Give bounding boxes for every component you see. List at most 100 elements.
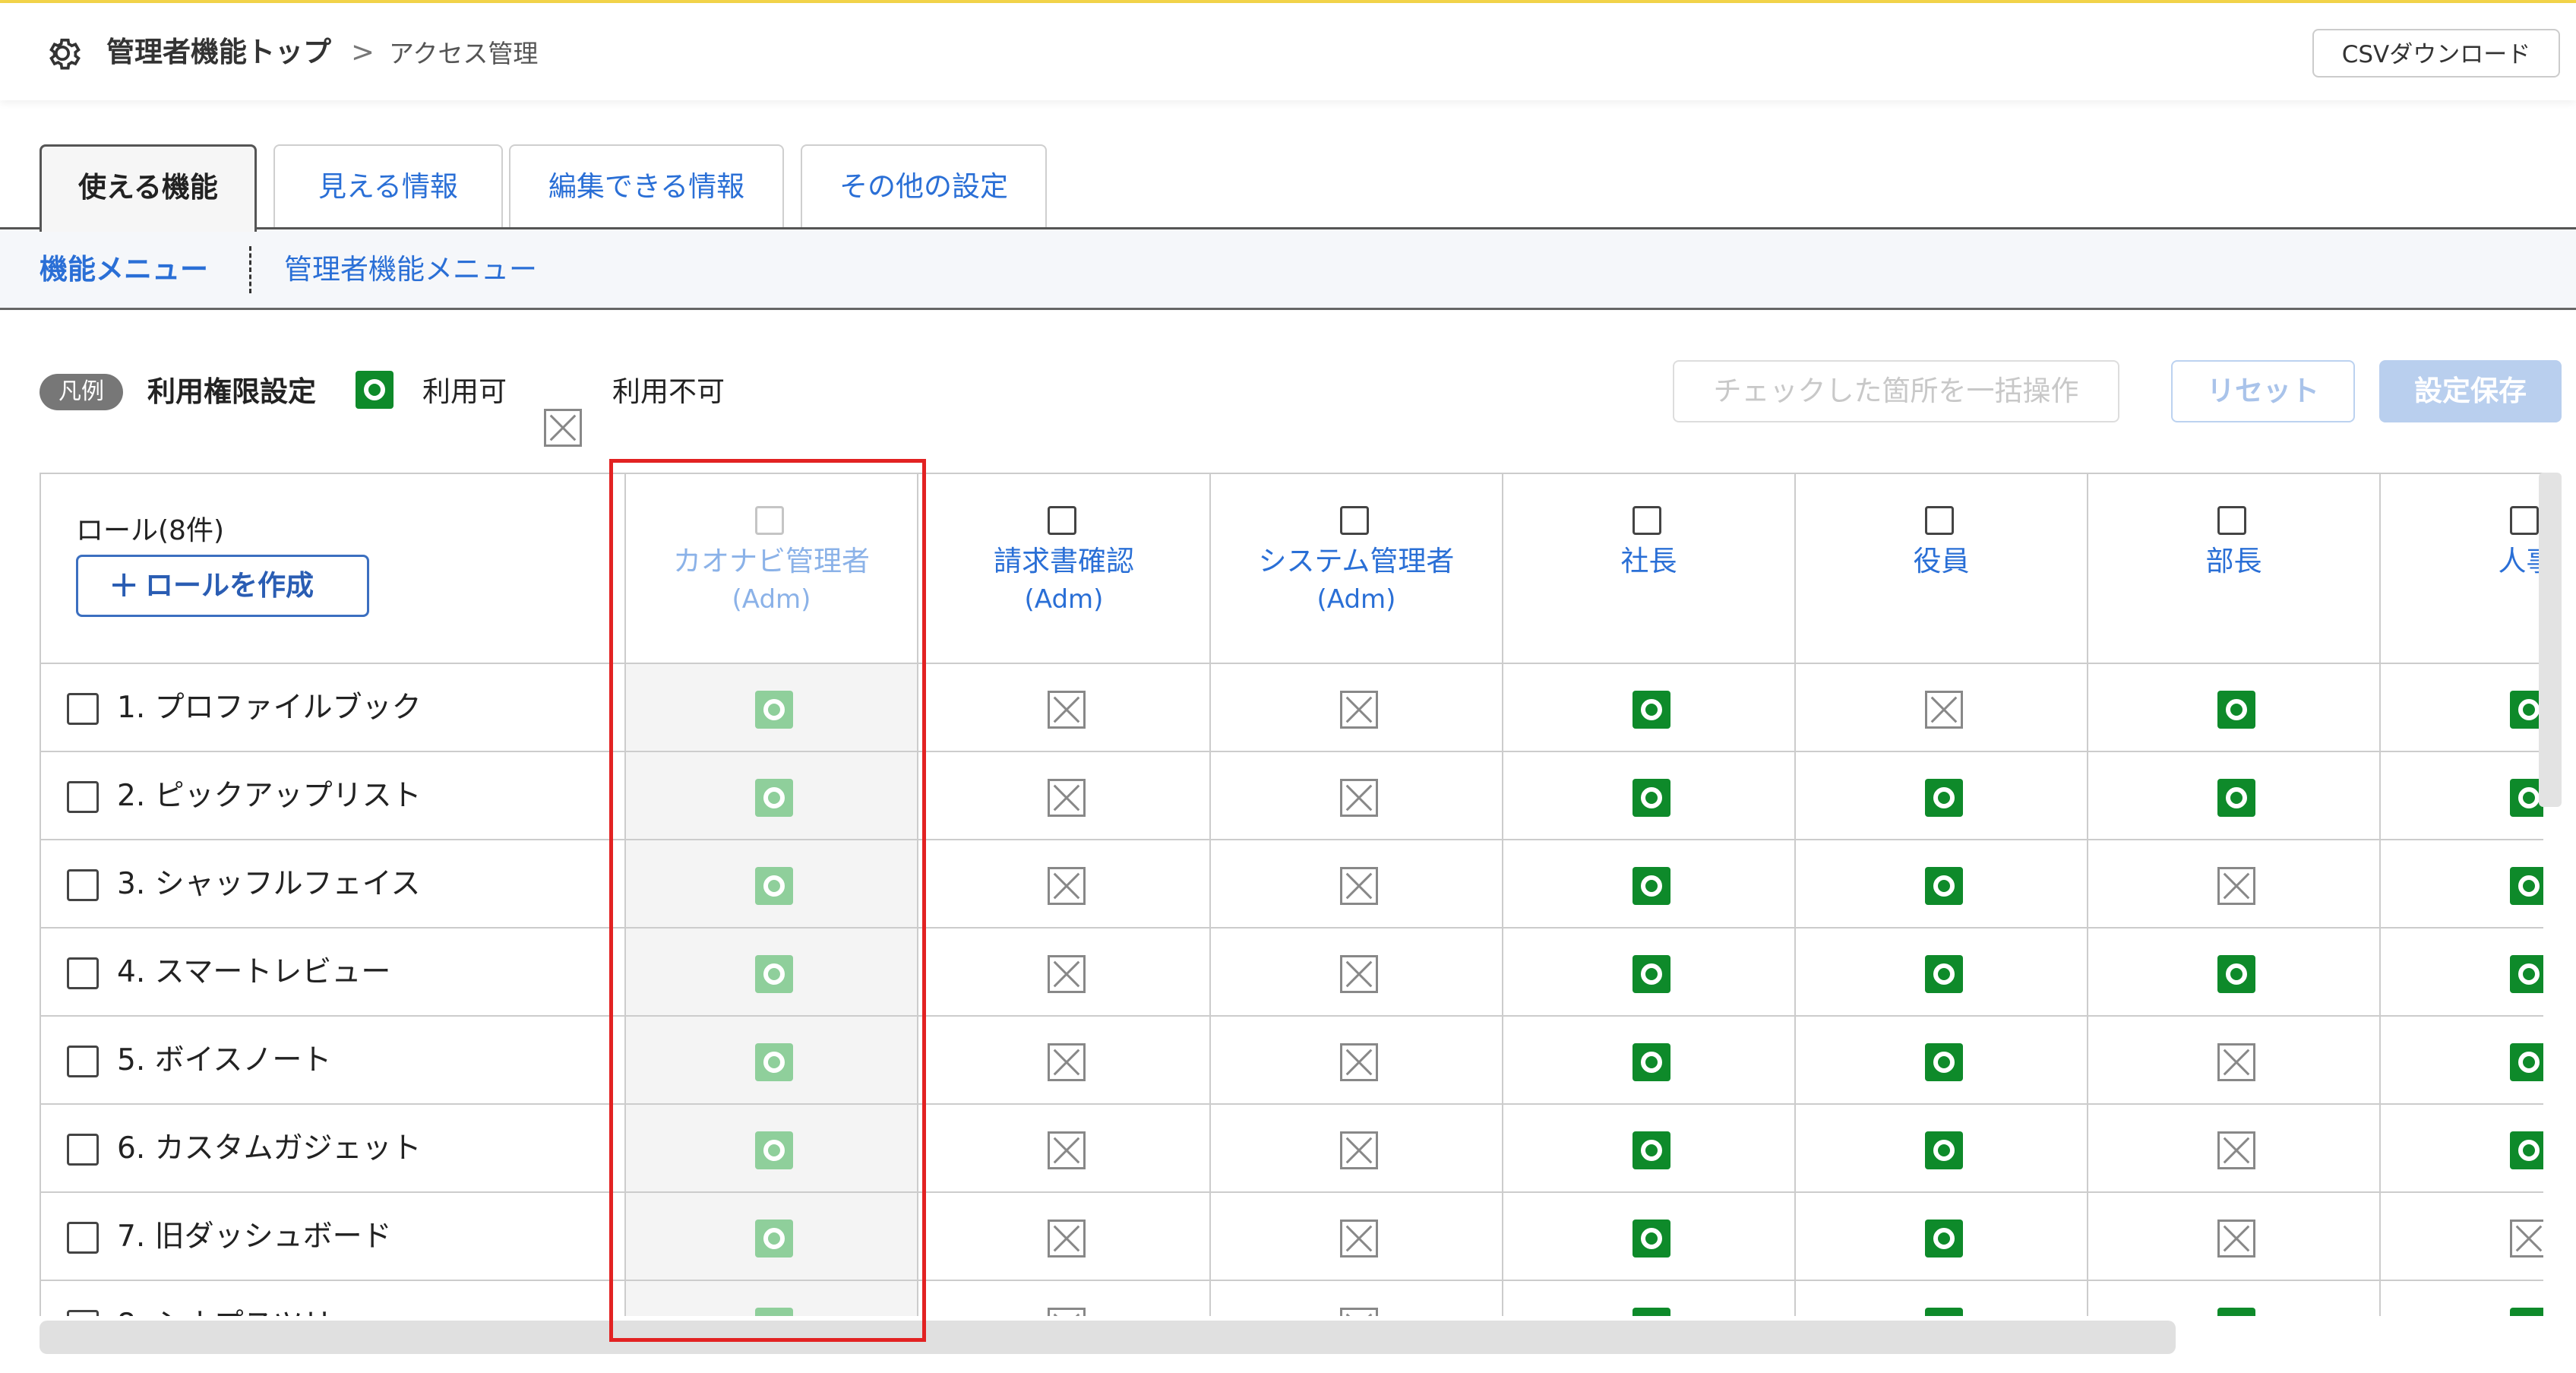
unavailable-icon[interactable]: [1048, 1308, 1086, 1316]
permission-cell[interactable]: [2088, 664, 2381, 751]
permission-cell[interactable]: [1503, 1105, 1796, 1191]
permission-cell[interactable]: [1796, 1281, 2088, 1316]
tab-editable-info[interactable]: 編集できる情報: [509, 144, 784, 229]
available-icon[interactable]: [755, 1043, 793, 1081]
available-icon[interactable]: [1633, 691, 1670, 729]
permission-cell[interactable]: [918, 1017, 1211, 1103]
available-icon[interactable]: [1925, 867, 1963, 905]
available-icon[interactable]: [1633, 1043, 1670, 1081]
role-name[interactable]: 社長: [1503, 543, 1794, 581]
tab-other-settings[interactable]: その他の設定: [801, 144, 1047, 229]
available-icon[interactable]: [2217, 691, 2255, 729]
permission-cell[interactable]: [2381, 1017, 2543, 1103]
permission-cell[interactable]: [2088, 752, 2381, 839]
unavailable-icon[interactable]: [2217, 1220, 2255, 1258]
permission-cell[interactable]: [918, 1105, 1211, 1191]
bulk-operation-button[interactable]: チェックした箇所を一括操作: [1673, 360, 2119, 422]
permission-cell[interactable]: [1503, 1017, 1796, 1103]
permission-cell[interactable]: [1503, 664, 1796, 751]
subnav-admin-function-menu[interactable]: 管理者機能メニュー: [284, 251, 537, 289]
permission-cell[interactable]: [2088, 929, 2381, 1015]
permission-cell[interactable]: [1503, 929, 1796, 1015]
permission-cell[interactable]: [918, 840, 1211, 927]
permission-cell[interactable]: [918, 1193, 1211, 1280]
permission-cell[interactable]: [918, 664, 1211, 751]
available-icon[interactable]: [2510, 955, 2543, 993]
permission-cell[interactable]: [1211, 1193, 1503, 1280]
available-icon[interactable]: [755, 1131, 793, 1169]
horizontal-scrollbar[interactable]: [40, 1321, 2176, 1354]
role-name[interactable]: 請求書確認: [918, 543, 1209, 581]
role-name[interactable]: 人事: [2381, 543, 2544, 581]
available-icon[interactable]: [2217, 1308, 2255, 1316]
permission-cell[interactable]: [626, 1193, 918, 1280]
available-icon[interactable]: [755, 1308, 793, 1316]
available-icon[interactable]: [2510, 1131, 2543, 1169]
unavailable-icon[interactable]: [1340, 779, 1378, 817]
column-checkbox[interactable]: [2510, 506, 2539, 535]
role-name[interactable]: システム管理者: [1211, 543, 1502, 581]
available-icon[interactable]: [1633, 955, 1670, 993]
permission-cell[interactable]: [918, 752, 1211, 839]
csv-download-button[interactable]: CSVダウンロード: [2312, 29, 2560, 78]
column-checkbox[interactable]: [1925, 506, 1954, 535]
available-icon[interactable]: [1925, 1131, 1963, 1169]
gear-icon[interactable]: [41, 32, 84, 74]
permission-cell[interactable]: [2381, 1281, 2543, 1316]
column-checkbox[interactable]: [1340, 506, 1369, 535]
permission-cell[interactable]: [626, 1281, 918, 1316]
column-checkbox[interactable]: [2217, 506, 2246, 535]
unavailable-icon[interactable]: [2217, 1131, 2255, 1169]
unavailable-icon[interactable]: [1925, 691, 1963, 729]
permission-cell[interactable]: [1503, 752, 1796, 839]
save-settings-button[interactable]: 設定保存: [2379, 360, 2562, 422]
vertical-scrollbar[interactable]: [2539, 473, 2562, 807]
permission-cell[interactable]: [2381, 840, 2543, 927]
permission-cell[interactable]: [626, 840, 918, 927]
permission-cell[interactable]: [2381, 1193, 2543, 1280]
row-checkbox[interactable]: [67, 1222, 99, 1254]
column-checkbox[interactable]: [1633, 506, 1661, 535]
subnav-function-menu[interactable]: 機能メニュー: [40, 251, 208, 289]
row-checkbox[interactable]: [67, 1310, 99, 1316]
available-icon[interactable]: [2510, 1043, 2543, 1081]
permission-cell[interactable]: [1211, 752, 1503, 839]
breadcrumb-admin-top[interactable]: 管理者機能トップ: [106, 33, 331, 71]
available-icon[interactable]: [1925, 1220, 1963, 1258]
permission-cell[interactable]: [2381, 752, 2543, 839]
permission-cell[interactable]: [1211, 664, 1503, 751]
permission-cell[interactable]: [2088, 1105, 2381, 1191]
permission-cell[interactable]: [1796, 664, 2088, 751]
available-icon[interactable]: [2510, 867, 2543, 905]
tab-visible-info[interactable]: 見える情報: [273, 144, 503, 229]
role-name[interactable]: 部長: [2088, 543, 2379, 581]
row-checkbox[interactable]: [67, 869, 99, 901]
permission-cell[interactable]: [1503, 1193, 1796, 1280]
unavailable-icon[interactable]: [1048, 1131, 1086, 1169]
permission-cell[interactable]: [918, 929, 1211, 1015]
row-checkbox[interactable]: [67, 957, 99, 989]
available-icon[interactable]: [755, 691, 793, 729]
permission-cell[interactable]: [2088, 1017, 2381, 1103]
available-icon[interactable]: [2217, 779, 2255, 817]
tab-usable-functions[interactable]: 使える機能: [40, 144, 257, 232]
permission-cell[interactable]: [2381, 929, 2543, 1015]
unavailable-icon[interactable]: [1340, 955, 1378, 993]
permission-cell[interactable]: [2088, 1281, 2381, 1316]
available-icon[interactable]: [1633, 1220, 1670, 1258]
permission-cell[interactable]: [1796, 752, 2088, 839]
unavailable-icon[interactable]: [1340, 691, 1378, 729]
available-icon[interactable]: [755, 779, 793, 817]
row-checkbox[interactable]: [67, 1046, 99, 1077]
permission-cell[interactable]: [1211, 840, 1503, 927]
available-icon[interactable]: [755, 1220, 793, 1258]
permission-cell[interactable]: [1503, 1281, 1796, 1316]
permission-cell[interactable]: [1211, 929, 1503, 1015]
permission-cell[interactable]: [1211, 1281, 1503, 1316]
unavailable-icon[interactable]: [1340, 1220, 1378, 1258]
permission-cell[interactable]: [1211, 1105, 1503, 1191]
unavailable-icon[interactable]: [1048, 1043, 1086, 1081]
unavailable-icon[interactable]: [1048, 691, 1086, 729]
unavailable-icon[interactable]: [2217, 867, 2255, 905]
permission-cell[interactable]: [1211, 1017, 1503, 1103]
